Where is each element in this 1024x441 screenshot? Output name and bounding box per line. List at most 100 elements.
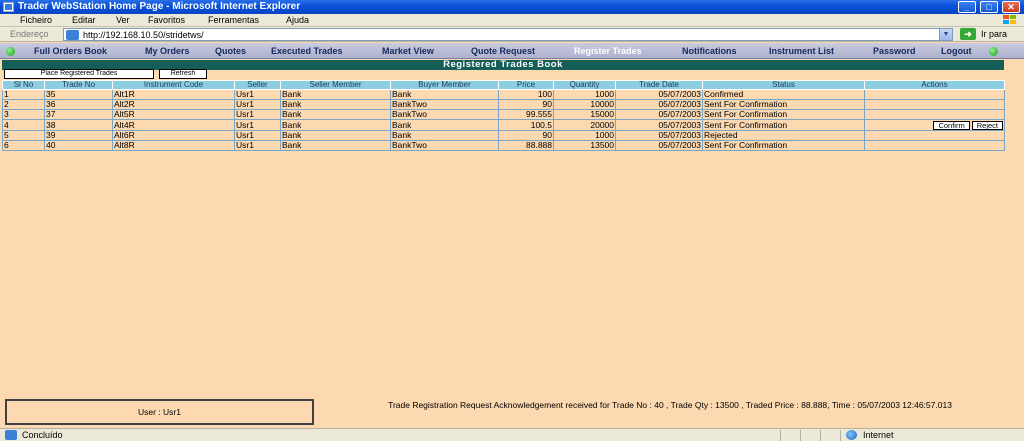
nav-password[interactable]: Password — [873, 46, 916, 56]
nav-quote-request[interactable]: Quote Request — [471, 46, 535, 56]
minimize-button[interactable]: _ — [958, 1, 976, 13]
confirm-button[interactable]: Confirm — [933, 120, 970, 130]
status-light-icon — [989, 47, 998, 56]
status-divider — [820, 430, 821, 441]
cell-seller: Usr1 — [234, 140, 281, 151]
col-header-seller: Seller — [234, 80, 281, 90]
cell-sl-no: 5 — [2, 130, 45, 141]
cell-status: Sent For Confirmation — [702, 140, 865, 151]
cell-status: Confirmed — [702, 89, 865, 100]
cell-buyer-member: BankTwo — [390, 109, 499, 120]
chevron-down-icon[interactable]: ▼ — [939, 29, 952, 40]
cell-actions — [864, 130, 1005, 141]
cell-buyer-member: Bank — [390, 89, 499, 100]
cell-status: Rejected — [702, 130, 865, 141]
cell-status: Sent For Confirmation — [702, 99, 865, 110]
cell-trade-date: 05/07/2003 — [615, 89, 703, 100]
cell-trade-date: 05/07/2003 — [615, 99, 703, 110]
status-text: Concluído — [22, 430, 63, 440]
nav-executed-trades[interactable]: Executed Trades — [271, 46, 343, 56]
nav-quotes[interactable]: Quotes — [215, 46, 246, 56]
nav-full-orders-book[interactable]: Full Orders Book — [34, 46, 107, 56]
nav-notifications[interactable]: Notifications — [682, 46, 737, 56]
cell-actions — [864, 109, 1005, 120]
cell-seller: Usr1 — [234, 99, 281, 110]
cell-buyer-member: BankTwo — [390, 140, 499, 151]
browser-status-bar: Concluído Internet — [0, 428, 1024, 441]
cell-instrument-code: Alt5R — [112, 109, 235, 120]
menu-ajuda[interactable]: Ajuda — [286, 15, 309, 25]
go-button[interactable]: Ir para — [981, 29, 1007, 39]
col-header-instrument-code: Instrument Code — [112, 80, 235, 90]
table-row: 4 38 Alt4R Usr1 Bank Bank 100.5 20000 05… — [2, 119, 1005, 131]
col-header-trade-no: Trade No — [44, 80, 113, 90]
cell-seller-member: Bank — [280, 130, 391, 141]
nav-market-view[interactable]: Market View — [382, 46, 434, 56]
cell-buyer-member: BankTwo — [390, 99, 499, 110]
cell-seller-member: Bank — [280, 89, 391, 100]
cell-actions — [864, 140, 1005, 151]
menu-favoritos[interactable]: Favoritos — [148, 15, 185, 25]
windows-logo-icon — [1003, 15, 1016, 24]
col-header-buyer-member: Buyer Member — [390, 80, 499, 90]
window-title-bar: Trader WebStation Home Page - Microsoft … — [0, 0, 1024, 14]
status-divider — [800, 430, 801, 441]
cell-trade-no: 36 — [44, 99, 113, 110]
nav-logout[interactable]: Logout — [941, 46, 972, 56]
menu-ver[interactable]: Ver — [116, 15, 130, 25]
cell-trade-no: 40 — [44, 140, 113, 151]
cell-trade-no: 37 — [44, 109, 113, 120]
registered-trades-table: Sl No Trade No Instrument Code Seller Se… — [2, 80, 1005, 151]
cell-quantity: 1000 — [553, 130, 616, 141]
table-row: 1 35 Alt1R Usr1 Bank Bank 100 1000 05/07… — [2, 89, 1005, 100]
cell-quantity: 13500 — [553, 140, 616, 151]
cell-seller: Usr1 — [234, 89, 281, 100]
table-row: 3 37 Alt5R Usr1 Bank BankTwo 99.555 1500… — [2, 109, 1005, 120]
cell-price: 100 — [498, 89, 554, 100]
table-header-row: Sl No Trade No Instrument Code Seller Se… — [2, 80, 1005, 90]
status-divider — [840, 430, 841, 441]
page-done-icon — [5, 430, 17, 440]
cell-quantity: 1000 — [553, 89, 616, 100]
menu-ficheiro[interactable]: Ficheiro — [20, 15, 52, 25]
reject-button[interactable]: Reject — [971, 120, 1003, 130]
menu-bar: Ficheiro Editar Ver Favoritos Ferramenta… — [0, 14, 1024, 27]
page-icon — [66, 30, 79, 40]
close-button[interactable]: ✕ — [1002, 1, 1020, 13]
cell-seller-member: Bank — [280, 140, 391, 151]
cell-seller: Usr1 — [234, 119, 281, 131]
cell-seller: Usr1 — [234, 130, 281, 141]
cell-price: 99.555 — [498, 109, 554, 120]
cell-trade-no: 38 — [44, 119, 113, 131]
refresh-button[interactable]: Refresh — [159, 69, 207, 79]
cell-quantity: 15000 — [553, 109, 616, 120]
place-registered-trades-button[interactable]: Place Registered Trades — [4, 69, 154, 79]
menu-ferramentas[interactable]: Ferramentas — [208, 15, 259, 25]
cell-price: 90 — [498, 130, 554, 141]
window-title: Trader WebStation Home Page - Microsoft … — [18, 1, 301, 12]
address-label: Endereço — [10, 29, 49, 39]
cell-trade-date: 05/07/2003 — [615, 140, 703, 151]
cell-actions — [864, 99, 1005, 110]
address-url: http://192.168.10.50/stridetws/ — [83, 30, 204, 40]
col-header-quantity: Quantity — [553, 80, 616, 90]
app-navigation: Full Orders Book My Orders Quotes Execut… — [0, 43, 1024, 59]
cell-trade-date: 05/07/2003 — [615, 119, 703, 131]
col-header-status: Status — [702, 80, 865, 90]
cell-instrument-code: Alt1R — [112, 89, 235, 100]
nav-register-trades[interactable]: Register Trades — [574, 46, 642, 56]
cell-status: Sent For Confirmation — [702, 109, 865, 120]
nav-instrument-list[interactable]: Instrument List — [769, 46, 834, 56]
menu-editar[interactable]: Editar — [72, 15, 96, 25]
col-header-seller-member: Seller Member — [280, 80, 391, 90]
cell-instrument-code: Alt4R — [112, 119, 235, 131]
nav-my-orders[interactable]: My Orders — [145, 46, 190, 56]
address-input[interactable]: http://192.168.10.50/stridetws/ ▼ — [63, 28, 953, 41]
go-arrow-icon[interactable]: ➜ — [960, 28, 976, 40]
cell-sl-no: 6 — [2, 140, 45, 151]
col-header-actions: Actions — [864, 80, 1005, 90]
cell-instrument-code: Alt6R — [112, 130, 235, 141]
maximize-button[interactable]: □ — [980, 1, 998, 13]
cell-seller-member: Bank — [280, 109, 391, 120]
cell-seller-member: Bank — [280, 99, 391, 110]
